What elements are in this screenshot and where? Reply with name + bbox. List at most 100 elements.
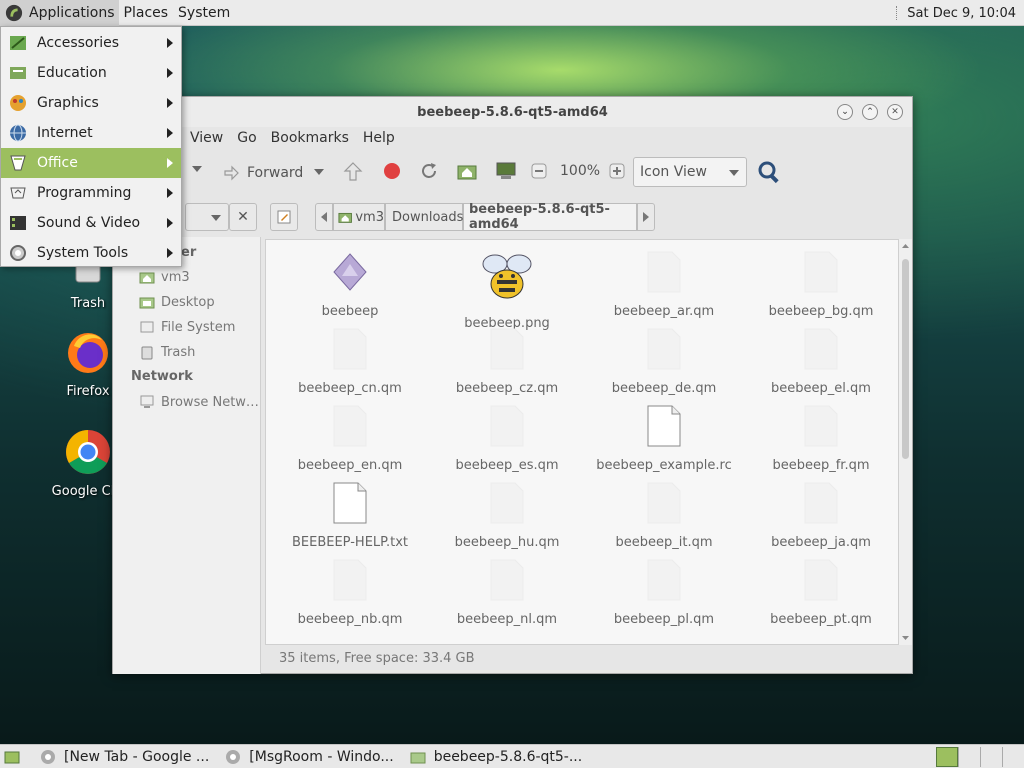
location-entry-dropdown[interactable] <box>185 203 229 231</box>
menu-help[interactable]: Help <box>356 130 402 146</box>
blank-document-icon <box>490 559 524 601</box>
file-item[interactable]: beebeep_ar.qm <box>586 250 742 319</box>
reload-button[interactable] <box>419 161 439 181</box>
blank-document-icon <box>647 559 681 601</box>
apps-menu-item-accessories[interactable]: Accessories <box>1 28 181 58</box>
scrollbar-thumb[interactable] <box>902 259 909 459</box>
file-item[interactable]: beebeep_cz.qm <box>429 327 585 396</box>
back-dropdown-arrow[interactable] <box>191 163 203 175</box>
breadcrumb-scroll-right[interactable] <box>637 203 655 231</box>
toggle-location-button[interactable] <box>270 203 298 231</box>
file-item[interactable]: beebeep_cn.qm <box>272 327 428 396</box>
submenu-arrow-icon <box>167 248 173 258</box>
taskbar-item-new-tab[interactable]: [New Tab - Google ... <box>32 745 217 768</box>
apps-menu-item-programming[interactable]: Programming <box>1 178 181 208</box>
sidebar-item-trash[interactable]: Trash <box>139 344 195 360</box>
breadcrumb-current-folder[interactable]: beebeep-5.8.6-qt5-amd64 <box>463 202 637 232</box>
sidebar-item-vm3[interactable]: vm3 <box>139 269 190 285</box>
clock[interactable]: Sat Dec 9, 10:04 <box>896 0 1016 26</box>
stop-button[interactable] <box>382 161 402 181</box>
show-desktop-button[interactable] <box>0 745 32 768</box>
zoom-in-button[interactable] <box>609 163 625 179</box>
file-item[interactable]: beebeep_pl.qm <box>586 558 742 627</box>
file-manager-window: beebeep-5.8.6-qt5-amd64 ⌄ ⌃ ✕ View Go Bo… <box>112 96 913 674</box>
workspace-switcher[interactable] <box>936 747 1024 767</box>
places-sidebar: er vm3 Desktop File System Trash Network… <box>113 237 261 674</box>
applications-menu-label: Applications <box>29 4 115 21</box>
forward-button[interactable]: Forward <box>221 163 303 183</box>
menu-view[interactable]: View <box>183 130 230 146</box>
computer-button[interactable] <box>495 161 517 181</box>
maximize-button[interactable]: ⌃ <box>862 104 878 120</box>
file-name: BEEBEEP-HELP.txt <box>291 535 408 550</box>
executable-diamond-icon <box>333 253 367 291</box>
apps-menu-item-sound-video[interactable]: Sound & Video <box>1 208 181 238</box>
apps-menu-item-graphics[interactable]: Graphics <box>1 88 181 118</box>
sidebar-item-desktop[interactable]: Desktop <box>139 294 215 310</box>
file-item[interactable]: beebeep_nl.qm <box>429 558 585 627</box>
file-item[interactable]: beebeep_de.qm <box>586 327 742 396</box>
file-name: beebeep_cn.qm <box>298 381 402 396</box>
submenu-arrow-icon <box>167 158 173 168</box>
applications-menu[interactable]: Applications <box>0 0 119 26</box>
breadcrumb-scroll-left[interactable] <box>315 203 333 231</box>
bee-image-icon <box>482 254 532 299</box>
file-name: beebeep_ar.qm <box>613 304 715 319</box>
file-item[interactable]: beebeep_pt.qm <box>743 558 898 627</box>
file-item[interactable]: beebeep.png <box>429 250 585 331</box>
file-item[interactable]: BEEBEEP-HELP.txt <box>272 481 428 550</box>
file-name: beebeep_bg.qm <box>768 304 874 319</box>
home-button[interactable] <box>456 161 478 181</box>
taskbar-item-file-manager[interactable]: beebeep-5.8.6-qt5-... <box>402 745 591 768</box>
up-button[interactable] <box>343 161 363 183</box>
workspace-2[interactable] <box>958 747 980 767</box>
places-menu[interactable]: Places <box>119 0 174 26</box>
zoom-out-button[interactable] <box>531 163 547 179</box>
up-arrow-icon <box>343 162 363 181</box>
close-button[interactable]: ✕ <box>887 104 903 120</box>
file-item[interactable]: beebeep_es.qm <box>429 404 585 473</box>
apps-menu-item-system-tools[interactable]: System Tools <box>1 238 181 268</box>
system-menu[interactable]: System <box>173 0 235 26</box>
taskbar-item-msgroom[interactable]: [MsgRoom - Windo... <box>217 745 401 768</box>
breadcrumb-downloads[interactable]: Downloads <box>385 203 463 231</box>
file-item[interactable]: beebeep_en.qm <box>272 404 428 473</box>
file-name: beebeep_nb.qm <box>297 612 403 627</box>
apps-menu-item-label: System Tools <box>37 245 129 261</box>
file-name: beebeep_pt.qm <box>770 612 872 627</box>
file-name: beebeep_en.qm <box>297 458 403 473</box>
file-item[interactable]: beebeep_bg.qm <box>743 250 898 319</box>
file-item[interactable]: beebeep <box>272 250 428 319</box>
minimize-button[interactable]: ⌄ <box>837 104 853 120</box>
apps-menu-item-education[interactable]: Education <box>1 58 181 88</box>
file-item[interactable]: beebeep_it.qm <box>586 481 742 550</box>
sidebar-item-browse-network[interactable]: Browse Netw… <box>139 394 259 410</box>
workspace-3[interactable] <box>980 747 1002 767</box>
file-item[interactable]: beebeep_el.qm <box>743 327 898 396</box>
search-button[interactable] <box>757 160 781 184</box>
file-item[interactable]: beebeep_ja.qm <box>743 481 898 550</box>
file-item[interactable]: beebeep_nb.qm <box>272 558 428 627</box>
menu-bookmarks[interactable]: Bookmarks <box>264 130 356 146</box>
workspace-1[interactable] <box>936 747 958 767</box>
file-item[interactable]: beebeep_hu.qm <box>429 481 585 550</box>
taskbar-item-label: [New Tab - Google ... <box>64 748 210 765</box>
apps-menu-item-internet[interactable]: Internet <box>1 118 181 148</box>
workspace-4[interactable] <box>1002 747 1024 767</box>
file-name: beebeep_de.qm <box>611 381 717 396</box>
view-mode-select[interactable]: Icon View <box>633 157 747 187</box>
location-bar: ✕ vm3 Downloads beebeep-5.8.6-qt5-amd64 <box>113 197 912 237</box>
file-item[interactable]: beebeep_fr.qm <box>743 404 898 473</box>
sidebar-item-file-system[interactable]: File System <box>139 319 235 335</box>
menu-go[interactable]: Go <box>230 130 263 146</box>
vertical-scrollbar[interactable] <box>899 239 912 645</box>
window-titlebar[interactable]: beebeep-5.8.6-qt5-amd64 ⌄ ⌃ ✕ <box>113 97 912 127</box>
clear-location-button[interactable]: ✕ <box>229 203 257 231</box>
apps-menu-item-office[interactable]: Office <box>1 148 181 178</box>
chevron-down-icon <box>729 170 739 176</box>
status-bar: 35 items, Free space: 33.4 GB <box>279 651 475 666</box>
breadcrumb-vm3[interactable]: vm3 <box>333 203 385 231</box>
forward-dropdown-arrow[interactable] <box>313 166 325 178</box>
apps-menu-item-label: Sound & Video <box>37 215 141 231</box>
file-item[interactable]: beebeep_example.rc <box>586 404 742 473</box>
